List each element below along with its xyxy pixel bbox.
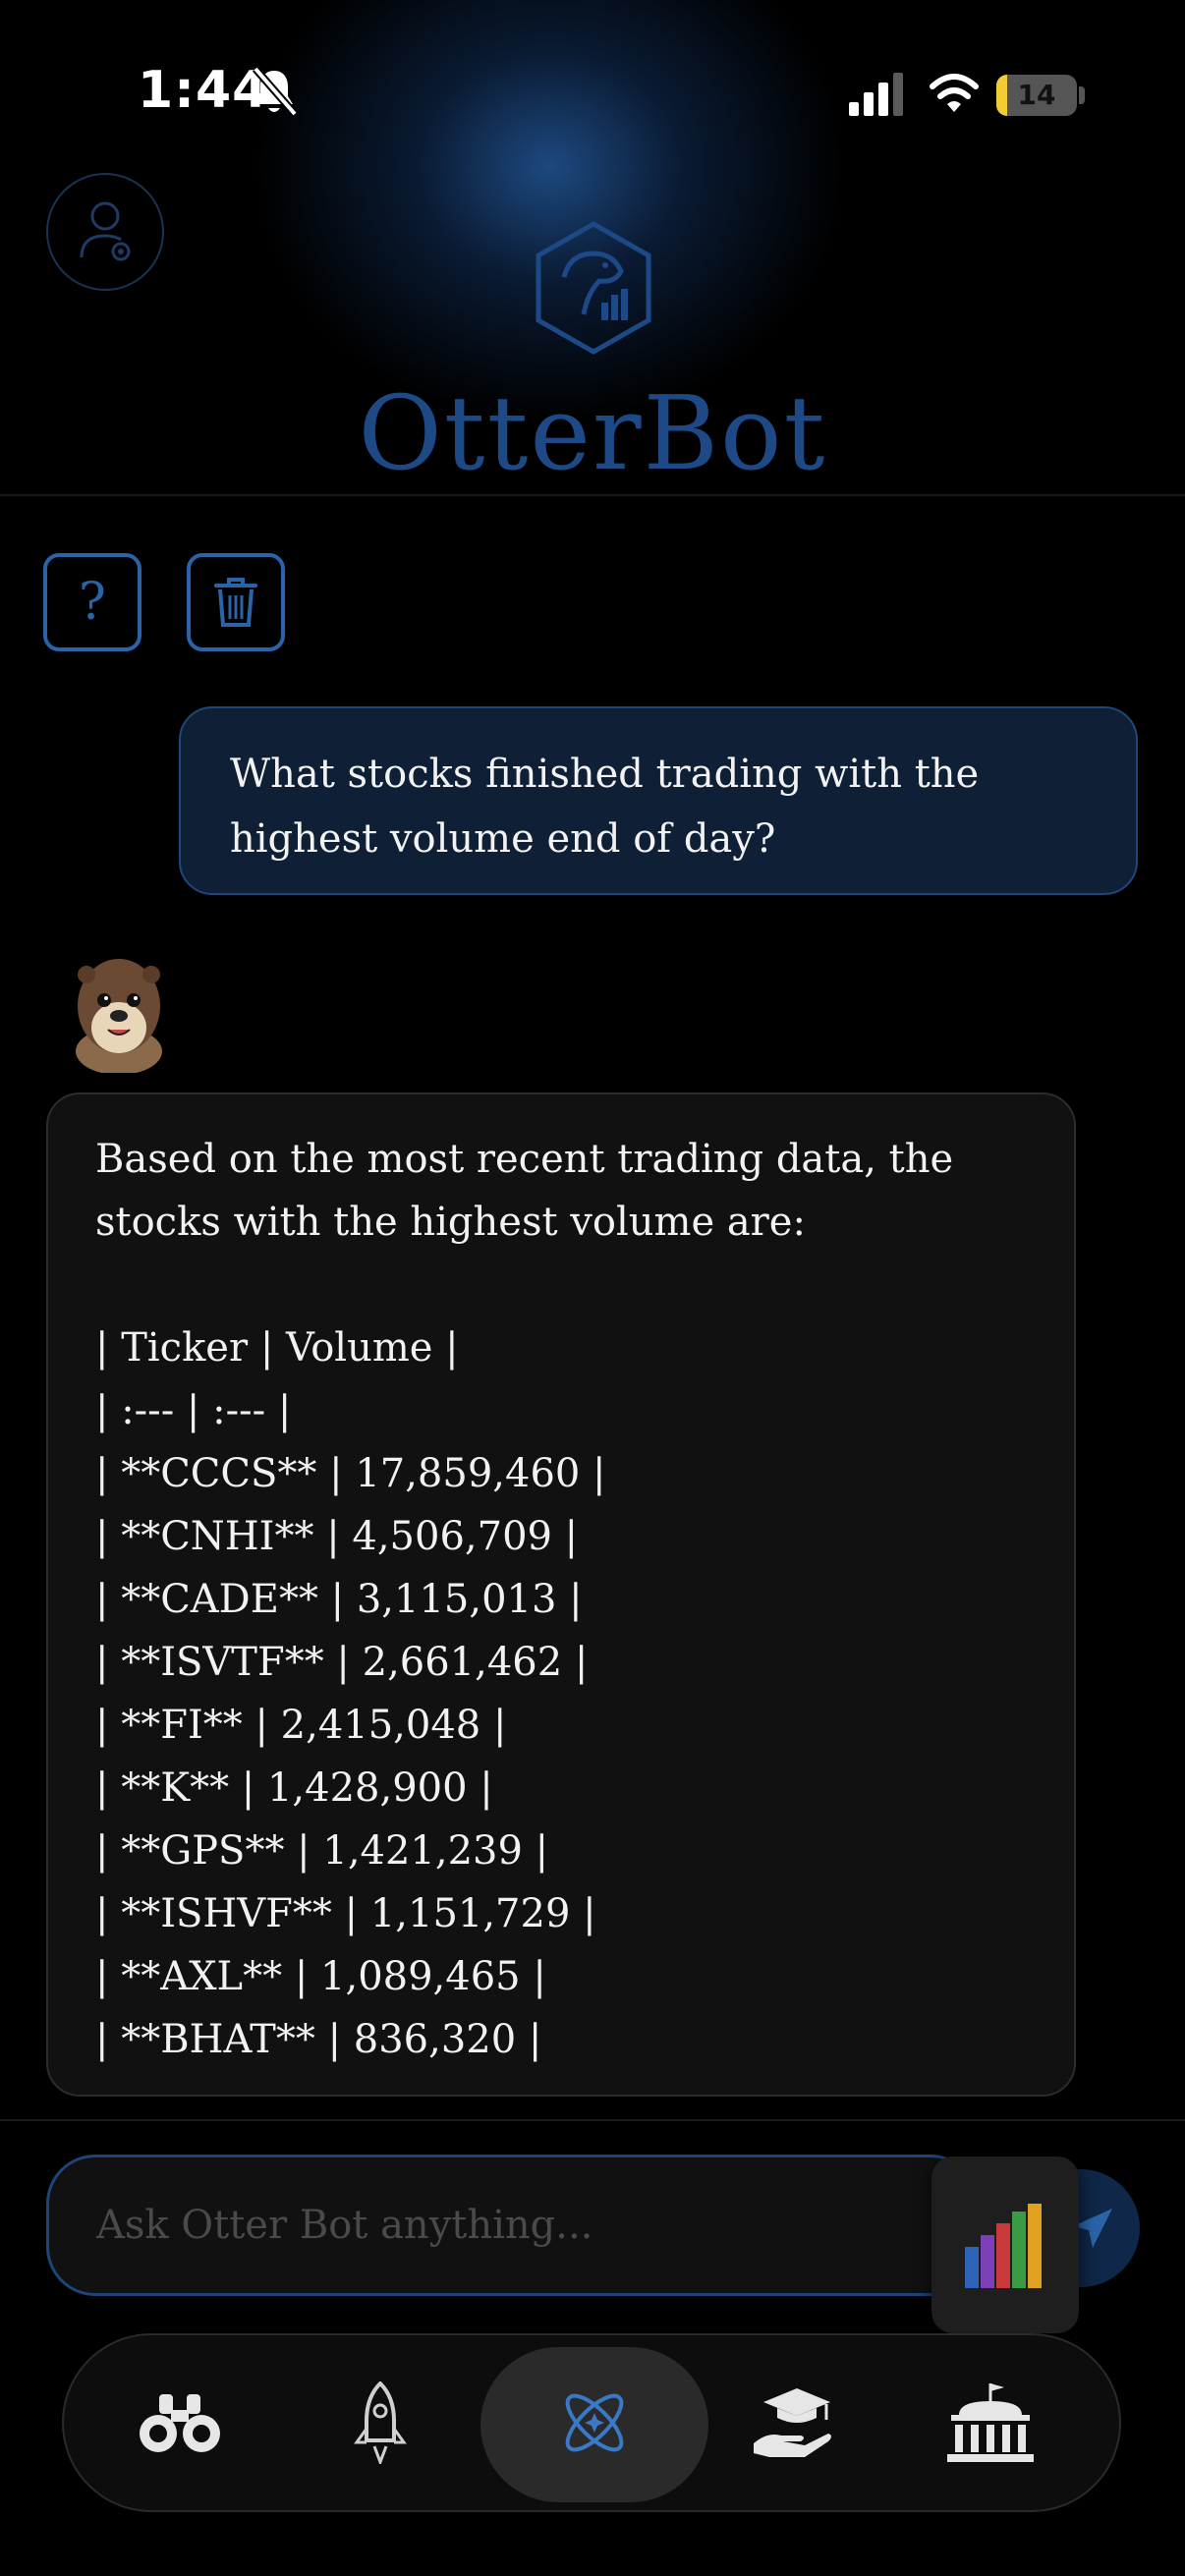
- nav-item-launch[interactable]: [307, 2335, 454, 2510]
- help-label: ?: [79, 573, 106, 632]
- bar-chart-icon: [965, 2204, 1042, 2288]
- help-button[interactable]: ?: [43, 553, 141, 651]
- graduation-hand-icon: [754, 2388, 831, 2457]
- trash-icon: [214, 578, 257, 627]
- bot-table-line: | Ticker | Volume |: [95, 1325, 459, 1371]
- bot-table-line: | **CADE** | 3,115,013 |: [95, 1577, 583, 1622]
- bot-table-line: | **K** | 1,428,900 |: [95, 1765, 493, 1811]
- status-bar: 1:44 14: [0, 0, 1185, 187]
- battery-tip: [1079, 86, 1085, 104]
- bot-table-line: | :--- | :--- |: [95, 1388, 292, 1433]
- nav-item-ai[interactable]: [521, 2335, 668, 2510]
- nav-item-learn[interactable]: [720, 2335, 868, 2510]
- ask-input[interactable]: [46, 2155, 980, 2296]
- bot-message-intro: Based on the most recent trading data, t…: [95, 1137, 954, 1245]
- user-settings-icon: [80, 201, 131, 261]
- bot-table-line: | **AXL** | 1,089,465 |: [95, 1954, 546, 1999]
- wifi-icon: [930, 74, 979, 112]
- bot-table-line: | **GPS** | 1,421,239 |: [95, 1828, 549, 1874]
- composer-divider: [0, 2119, 1185, 2121]
- bot-table-line: | **ISHVF** | 1,151,729 |: [95, 1891, 596, 1936]
- bot-table-line: | **CCCS** | 17,859,460 |: [95, 1451, 606, 1496]
- bot-table-line: | **ISVTF** | 2,661,462 |: [95, 1640, 589, 1685]
- bot-message-bubble: Based on the most recent trading data, t…: [46, 1092, 1076, 2097]
- otter-avatar: [76, 959, 162, 1073]
- cellular-signal-icon: [849, 73, 903, 116]
- user-message-bubble: What stocks finished trading with the hi…: [179, 706, 1138, 895]
- battery-percent: 14: [1017, 79, 1056, 111]
- rocket-icon: [354, 2381, 407, 2464]
- clear-chat-button[interactable]: [187, 553, 285, 651]
- battery-indicator: 14: [996, 75, 1077, 116]
- header-divider: [0, 494, 1185, 496]
- atom-icon: [565, 2393, 624, 2452]
- otter-hexagon-logo-icon: [536, 221, 651, 355]
- bell-slash-icon: [252, 66, 299, 117]
- bot-table-line: | **BHAT** | 836,320 |: [95, 2017, 542, 2062]
- bot-table-line: | **FI** | 2,415,048 |: [95, 1703, 507, 1748]
- bot-table-line: | **CNHI** | 4,506,709 |: [95, 1514, 579, 1559]
- nav-item-discover[interactable]: [106, 2335, 254, 2510]
- user-message-text: What stocks finished trading with the hi…: [230, 752, 980, 862]
- government-building-icon: [947, 2383, 1034, 2462]
- brand-title: OtterBot: [358, 373, 827, 493]
- chart-button[interactable]: [931, 2156, 1079, 2333]
- profile-settings-button[interactable]: [46, 173, 164, 291]
- binoculars-icon: [140, 2394, 220, 2452]
- nav-item-government[interactable]: [917, 2335, 1064, 2510]
- bottom-nav: [62, 2333, 1121, 2512]
